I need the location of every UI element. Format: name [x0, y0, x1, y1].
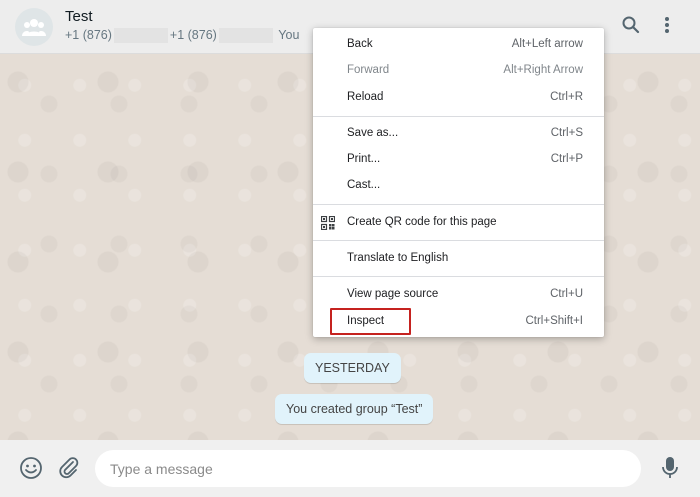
message-input[interactable]	[95, 450, 641, 487]
menu-divider	[313, 240, 604, 241]
menu-item-shortcut: Ctrl+U	[550, 288, 583, 300]
menu-item-forward: Forward Alt+Right Arrow	[313, 58, 604, 84]
menu-item-save-as[interactable]: Save as... Ctrl+S	[313, 121, 604, 147]
menu-item-shortcut: Alt+Right Arrow	[503, 64, 583, 76]
search-icon[interactable]	[621, 15, 641, 35]
menu-divider	[313, 116, 604, 117]
participant-list: +1 (876) +1 (876) You	[65, 28, 300, 44]
participant-phone-2: +1 (876)	[169, 28, 217, 42]
menu-item-reload[interactable]: Reload Ctrl+R	[313, 85, 604, 111]
menu-item-label: View page source	[347, 288, 439, 300]
menu-divider	[313, 204, 604, 205]
menu-item-shortcut: Alt+Left arrow	[511, 38, 583, 50]
menu-dots-icon[interactable]	[657, 15, 677, 35]
menu-item-shortcut: Ctrl+S	[550, 127, 583, 139]
menu-item-label: Cast...	[347, 179, 381, 191]
inspect-highlight-box	[330, 308, 411, 335]
qr-code-icon	[321, 216, 335, 230]
participant-phone-1: +1 (876)	[65, 28, 112, 42]
group-avatar-icon	[22, 19, 46, 36]
menu-item-label: Forward	[347, 64, 390, 76]
system-message: You created group “Test”	[275, 394, 434, 424]
menu-item-print[interactable]: Print... Ctrl+P	[313, 147, 604, 173]
group-avatar[interactable]	[15, 8, 53, 46]
menu-item-shortcut: Ctrl+R	[550, 91, 583, 103]
attach-icon[interactable]	[57, 456, 81, 480]
browser-context-menu: Back Alt+Left arrow Forward Alt+Right Ar…	[313, 28, 604, 337]
menu-item-label: Back	[347, 38, 373, 50]
menu-item-create-qr[interactable]: Create QR code for this page	[313, 210, 604, 236]
redacted-number-1	[113, 28, 168, 44]
participant-you: You	[278, 28, 300, 42]
menu-item-shortcut: Ctrl+Shift+I	[525, 315, 583, 327]
menu-item-label: Print...	[347, 153, 381, 165]
menu-item-translate[interactable]: Translate to English	[313, 246, 604, 272]
mic-icon[interactable]	[661, 456, 679, 480]
menu-item-view-source[interactable]: View page source Ctrl+U	[313, 282, 604, 308]
composer-bar	[0, 440, 700, 497]
menu-divider	[313, 276, 604, 277]
menu-item-cast[interactable]: Cast...	[313, 173, 604, 199]
menu-item-label: Reload	[347, 91, 384, 103]
redacted-number-2	[218, 28, 273, 44]
date-pill: YESTERDAY	[304, 353, 401, 383]
menu-item-label: Create QR code for this page	[347, 216, 497, 228]
menu-item-back[interactable]: Back Alt+Left arrow	[313, 32, 604, 58]
menu-item-label: Save as...	[347, 127, 399, 139]
menu-item-label: Translate to English	[347, 252, 449, 264]
menu-item-shortcut: Ctrl+P	[550, 153, 583, 165]
chat-title[interactable]: Test	[65, 8, 93, 25]
emoji-icon[interactable]	[19, 456, 43, 480]
